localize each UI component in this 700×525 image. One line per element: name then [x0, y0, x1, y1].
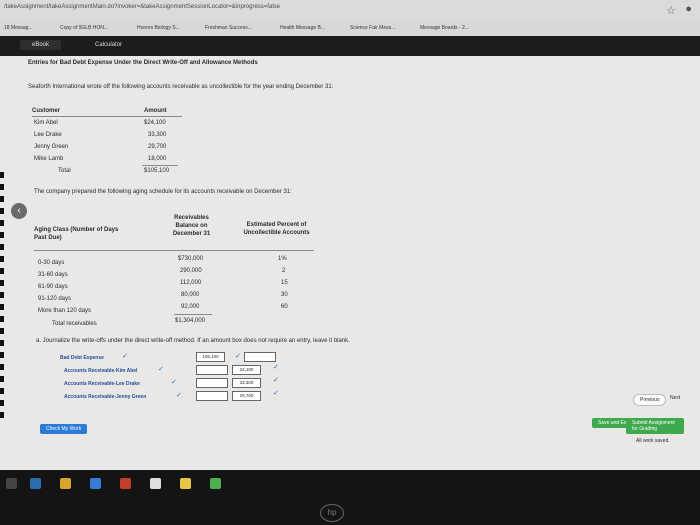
- next-button[interactable]: Next: [670, 395, 680, 401]
- aging-balance: 112,000: [180, 280, 202, 286]
- laptop-screen: /takeAssignment/takeAssignmentMain.do?in…: [0, 0, 700, 470]
- bookmark-item[interactable]: Health Message B...: [280, 25, 325, 31]
- store-icon[interactable]: [90, 478, 101, 489]
- customer-name: Lee Drake: [34, 132, 62, 138]
- debit-input[interactable]: [196, 365, 228, 375]
- tab-strip: eBook Calculator: [0, 36, 700, 56]
- customer-name: Mike Lamb: [34, 156, 64, 162]
- start-icon[interactable]: [6, 478, 17, 489]
- customer-amount: 33,300: [148, 132, 167, 138]
- aging-class: 91-120 days: [38, 296, 72, 302]
- aging-balance-header: Receivables Balance on December 31: [172, 215, 211, 237]
- aging-class: 61-90 days: [38, 284, 68, 290]
- hp-logo: hp: [320, 504, 344, 522]
- folder-icon[interactable]: [60, 478, 71, 489]
- customer-header-rule: [32, 116, 182, 117]
- tab-calculator[interactable]: Calculator: [95, 42, 122, 48]
- check-icon: ✓: [122, 353, 128, 360]
- aging-total-label: Total receivables: [52, 321, 97, 327]
- aging-balance: $730,000: [178, 256, 204, 262]
- bookmark-item[interactable]: Freshman Success...: [205, 25, 252, 31]
- aging-balance: 92,000: [181, 304, 200, 310]
- bookmark-item[interactable]: Message Boards - 2...: [420, 25, 469, 31]
- debit-input[interactable]: 105,100: [196, 352, 225, 362]
- journal-account[interactable]: Accounts Receivable-Kim Abel: [64, 368, 137, 374]
- debit-input[interactable]: [196, 391, 228, 401]
- customer-header: Customer: [32, 108, 61, 114]
- check-icon: ✓: [158, 366, 164, 373]
- customer-name: Jenny Green: [34, 144, 69, 150]
- customer-total-rule: [142, 165, 178, 166]
- aging-percent-header: Estimated Percent of Uncollectible Accou…: [243, 222, 310, 236]
- submit-assignment-button[interactable]: Submit Assignment for Grading: [626, 418, 684, 434]
- customer-name: Kim Abel: [34, 120, 58, 126]
- app-icon[interactable]: [180, 478, 191, 489]
- credit-input[interactable]: 29,700: [232, 391, 261, 401]
- edge-icon[interactable]: [30, 478, 41, 489]
- chrome-icon[interactable]: [210, 478, 221, 489]
- saved-status: All work saved.: [636, 438, 670, 444]
- check-icon: ✓: [176, 392, 182, 399]
- address-url: /takeAssignment/takeAssignmentMain.do?in…: [4, 4, 280, 10]
- check-icon: ✓: [273, 377, 279, 384]
- bookmark-item[interactable]: Honors Biology S...: [137, 25, 180, 31]
- aging-percent: 60: [281, 304, 288, 310]
- check-icon: ✓: [273, 390, 279, 397]
- taskbar: hp: [0, 470, 700, 525]
- bookmark-star-icon[interactable]: ☆: [666, 4, 676, 17]
- check-icon: ✓: [171, 379, 177, 386]
- page-edge-stripes: [0, 172, 4, 422]
- check-my-work-button[interactable]: Check My Work: [40, 424, 88, 434]
- bookmark-item[interactable]: Copy of 9GLB HON...: [60, 25, 108, 31]
- journal-account[interactable]: Accounts Receivable-Jenny Green: [64, 394, 146, 400]
- aging-intro: The company prepared the following aging…: [34, 189, 292, 195]
- journal-account[interactable]: Bad Debt Expense: [60, 355, 104, 361]
- problem-heading: Entries for Bad Debt Expense Under the D…: [28, 60, 258, 66]
- debit-input[interactable]: [196, 378, 228, 388]
- menu-dots-icon[interactable]: ●: [685, 3, 692, 15]
- problem-content: Entries for Bad Debt Expense Under the D…: [24, 58, 684, 470]
- credit-input[interactable]: 33,300: [232, 378, 261, 388]
- aging-percent: 30: [281, 292, 288, 298]
- customer-amount: $24,100: [144, 120, 166, 126]
- photo-frame: /takeAssignment/takeAssignmentMain.do?in…: [0, 0, 700, 525]
- aging-percent: 2: [282, 268, 286, 274]
- app-icon[interactable]: [150, 478, 161, 489]
- aging-class: More than 120 days: [38, 308, 92, 314]
- tab-ebook[interactable]: eBook: [20, 40, 62, 50]
- amount-header: Amount: [144, 108, 167, 114]
- bookmark-item[interactable]: 18 Messag...: [4, 25, 33, 31]
- aging-total-rule: [174, 314, 212, 315]
- aging-class-header: Aging Class (Number of Days Past Due): [34, 227, 119, 241]
- address-bar[interactable]: /takeAssignment/takeAssignmentMain.do?in…: [0, 0, 700, 20]
- customer-amount: 18,000: [148, 156, 167, 162]
- journal-account[interactable]: Accounts Receivable-Lee Drake: [64, 381, 140, 387]
- part-a-instructions: a. Journalize the write-offs under the d…: [36, 338, 350, 344]
- bookmark-item[interactable]: Science Fair Mess...: [350, 25, 395, 31]
- aging-percent: 1%: [278, 256, 287, 262]
- customer-total-amount: $105,100: [144, 168, 170, 174]
- aging-total: $1,304,000: [175, 318, 206, 324]
- previous-button[interactable]: Previous: [633, 394, 667, 406]
- customer-amount: 29,700: [148, 144, 167, 150]
- aging-percent: 15: [281, 280, 288, 286]
- customer-total-label: Total: [58, 168, 71, 174]
- problem-intro: Seaforth International wrote off the fol…: [28, 84, 334, 90]
- aging-balance: 80,000: [181, 292, 200, 298]
- app-icon[interactable]: [120, 478, 131, 489]
- check-icon: ✓: [273, 364, 279, 371]
- aging-class: 0-30 days: [38, 260, 65, 266]
- aging-balance: 290,000: [180, 268, 202, 274]
- aging-header-rule: [34, 250, 314, 251]
- credit-input[interactable]: [244, 352, 276, 362]
- bookmarks-bar: 18 Messag... Copy of 9GLB HON... Honors …: [0, 20, 700, 36]
- check-icon: ✓: [235, 353, 241, 360]
- aging-class: 31-60 days: [38, 272, 68, 278]
- credit-input[interactable]: 24,100: [232, 365, 261, 375]
